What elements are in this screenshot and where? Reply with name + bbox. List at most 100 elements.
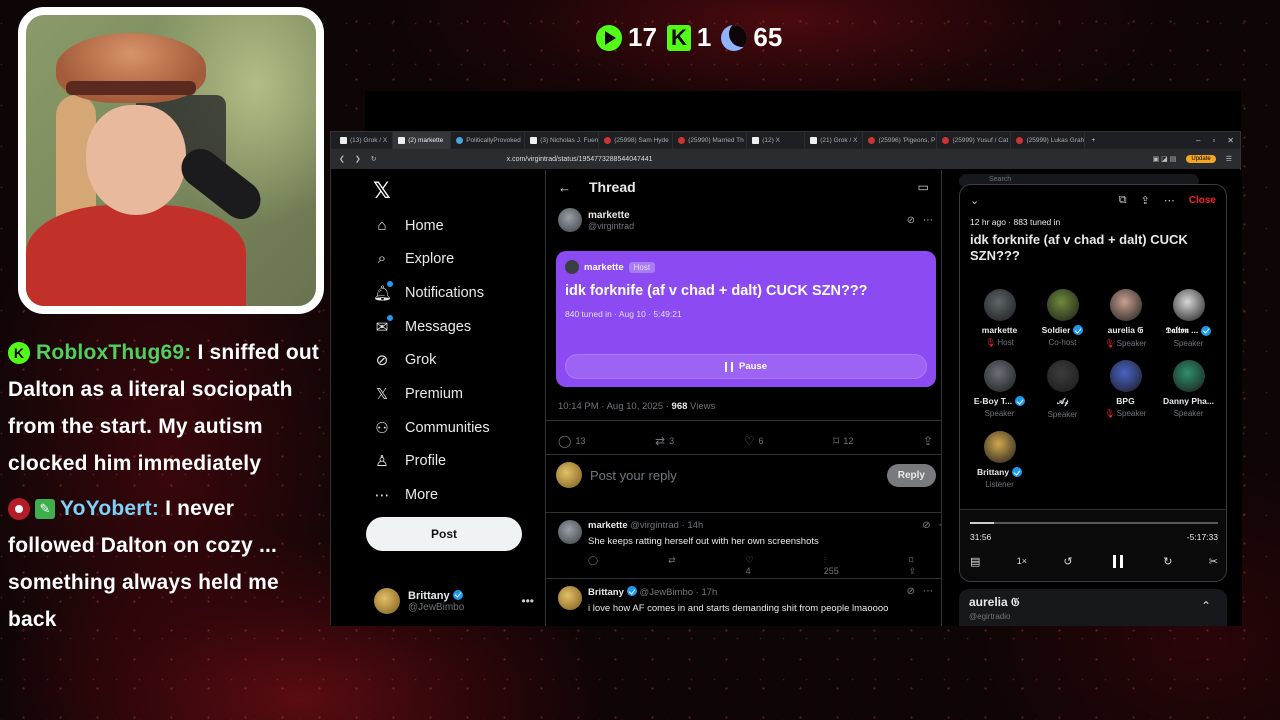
reader-icon[interactable]: ▭ [918, 180, 929, 194]
host-card-name: aurelia 𝔊 [969, 595, 1020, 609]
reply-item[interactable]: Brittany @JewBimbo · 17h i love how AF c… [558, 586, 933, 614]
stream-counters: 17 K1 65 [596, 22, 782, 53]
participant[interactable]: BPG 🎙︎ Speaker [1094, 360, 1157, 419]
participant-role: Speaker [1174, 339, 1204, 348]
nav-item-more[interactable]: ⋯ More [373, 486, 439, 504]
space-card[interactable]: markette Host idk forknife (af v chad + … [556, 251, 936, 387]
author-name[interactable]: markette [588, 210, 634, 221]
grok-icon[interactable]: ⊘ [922, 520, 930, 577]
url-field[interactable]: x.com/virgintrad/status/1954773288544047… [507, 156, 1143, 163]
update-button[interactable]: Update [1186, 155, 1216, 163]
minimize-icon[interactable]: – [1196, 136, 1200, 145]
reply-author[interactable]: markette [588, 520, 628, 531]
browser-tab[interactable]: (25999) Lukas Grah [1011, 132, 1086, 149]
rewind-icon[interactable]: ↺ [1063, 555, 1072, 568]
participant[interactable]: Soldier Co-host [1031, 289, 1094, 348]
views-count: 968 [671, 401, 688, 412]
bell-icon: 🔔︎ [373, 281, 393, 302]
participant[interactable]: 𝕯𝖆𝖑𝖙𝖔𝖓 ... Speaker [1157, 289, 1220, 348]
avatar[interactable] [558, 520, 582, 544]
browser-tab[interactable]: (12) X [747, 132, 806, 149]
more-icon[interactable]: ⋯ [939, 520, 941, 577]
nav-item-notifications[interactable]: 🔔︎ Notifications [373, 281, 484, 302]
bookmark-action[interactable]: ⌑ 12 [833, 434, 853, 448]
more-icon[interactable]: ⋯ [923, 215, 933, 226]
youtube-icon [604, 137, 612, 144]
minimize-space-icon[interactable]: ⧉ [1119, 194, 1127, 207]
nav-item-explore[interactable]: ⌕ Explore [373, 250, 454, 267]
more-icon[interactable]: ••• [521, 594, 534, 608]
like-action[interactable]: ♡ 6 [744, 434, 764, 448]
forward-icon[interactable]: ↻ [1163, 555, 1172, 568]
share-action[interactable]: ⇪ [923, 434, 933, 448]
menu-icon[interactable]: ☰ [1226, 155, 1232, 163]
views-action[interactable]: ⫶ 255 [824, 555, 839, 577]
back-arrow-icon[interactable]: ← [558, 180, 571, 195]
browser-tab[interactable]: PoliticallyProvoked [451, 132, 526, 149]
pause-button[interactable]: Pause [565, 354, 927, 379]
verified-icon [1073, 325, 1084, 335]
nav-item-profile[interactable]: ♙ Profile [373, 452, 446, 470]
reply-action[interactable]: ◯ 13 [558, 434, 585, 448]
participant[interactable]: E-Boy T... Speaker [968, 360, 1031, 419]
reply-icon[interactable]: ◯ [588, 555, 598, 577]
reply-input[interactable]: Post your reply [590, 468, 677, 483]
more-icon[interactable]: ⋯ [923, 586, 933, 614]
participant[interactable]: Brittany Listener [968, 431, 1031, 489]
participant-role-text: Speaker [1116, 339, 1147, 348]
counter-value: 1 [696, 22, 712, 52]
remaining-time: -5:17:33 [1186, 532, 1218, 542]
participant[interactable]: markette 🎙︎ Host [968, 289, 1031, 348]
captions-icon[interactable]: ▤ [970, 555, 980, 568]
participant[interactable]: Danny Pha... Speaker [1157, 360, 1220, 419]
browser-tab-active[interactable]: (2) markette [393, 132, 452, 149]
avatar[interactable] [558, 586, 582, 610]
account-handle: @JewBimbo [408, 601, 465, 613]
repost-action[interactable]: ⇄ 3 [655, 434, 674, 448]
more-icon[interactable]: ⋯ [1164, 194, 1175, 207]
clip-icon[interactable]: ✂ [1209, 555, 1218, 568]
nav-item-grok[interactable]: ⊘ Grok [373, 351, 437, 369]
reply-author[interactable]: Brittany [588, 587, 624, 598]
like-action[interactable]: ♡ 4 [746, 555, 754, 577]
nav-item-messages[interactable]: ✉ Messages [373, 315, 471, 336]
nav-item-home[interactable]: ⌂ Home [373, 217, 443, 234]
back-icon[interactable]: ❮ [339, 155, 345, 163]
nav-item-premium[interactable]: 𝕏 Premium [373, 385, 463, 403]
reload-icon[interactable]: ↻ [371, 155, 377, 163]
participant[interactable]: aurelia 𝔊 🎙︎ Speaker [1094, 289, 1157, 348]
participant[interactable]: 𝒜𝒻 Speaker [1031, 360, 1094, 419]
account-switcher[interactable]: Brittany @JewBimbo ••• [374, 588, 534, 614]
speed-button[interactable]: 1× [1017, 556, 1027, 566]
browser-tab[interactable]: (25996) 'Pigeons, P [863, 132, 938, 149]
browser-tab[interactable]: (13) Grok / X [335, 132, 394, 149]
chevron-down-icon[interactable]: ⌄ [970, 194, 979, 207]
reply-button[interactable]: Reply [886, 463, 936, 487]
verified-icon [452, 589, 463, 600]
forward-icon[interactable]: ❯ [355, 155, 361, 163]
progress-bar[interactable] [970, 522, 1218, 524]
post-button[interactable]: Post [366, 517, 522, 551]
browser-tab[interactable]: (25998) Sam Hyde [599, 132, 674, 149]
chevron-up-icon[interactable]: ⌃ [1201, 599, 1211, 613]
bookmark-icon[interactable]: ⌑ ⇪ [909, 555, 917, 577]
close-window-icon[interactable]: ✕ [1227, 136, 1234, 145]
host-card[interactable]: aurelia 𝔊 @egirtradio ⌃ [959, 589, 1227, 626]
grok-icon[interactable]: ⊘ [907, 586, 915, 614]
browser-tab[interactable]: (25999) Yusuf / Cat [937, 132, 1012, 149]
repost-icon[interactable]: ⇄ [668, 555, 676, 577]
browser-tab[interactable]: (3) Nicholas J. Fuen [525, 132, 600, 149]
browser-tab[interactable]: (21) Grok / X [805, 132, 864, 149]
x-logo-icon[interactable]: 𝕏 [373, 178, 391, 204]
reply-item[interactable]: markette @virgintrad · 14h She keeps rat… [558, 520, 941, 577]
new-tab-icon[interactable]: + [1085, 137, 1101, 144]
pause-button[interactable] [1109, 552, 1127, 570]
nav-item-communities[interactable]: ⚇ Communities [373, 419, 489, 437]
browser-tab[interactable]: (25990) Married Th [673, 132, 748, 149]
close-button[interactable]: Close [1189, 195, 1216, 206]
grok-icon[interactable]: ⊘ [907, 215, 915, 226]
share-icon[interactable]: ⇪ [1141, 194, 1150, 207]
extensions-icon[interactable]: ▣ ◪ ▤ [1153, 155, 1177, 163]
avatar[interactable] [558, 208, 582, 232]
maximize-icon[interactable]: ▫ [1212, 136, 1215, 145]
